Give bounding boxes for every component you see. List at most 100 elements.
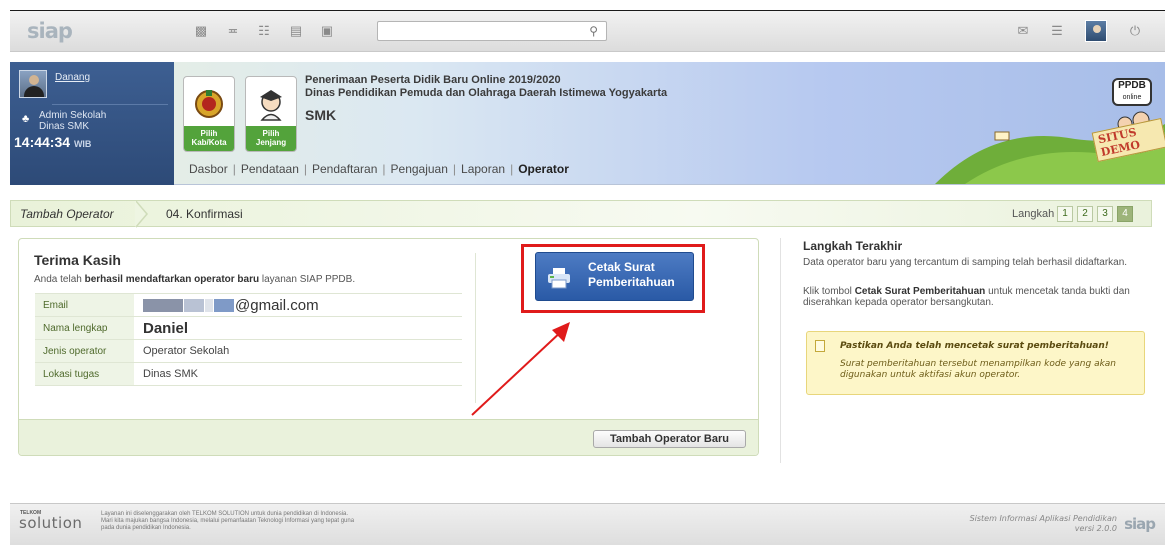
footer-siap-logo[interactable]: siap (1124, 515, 1156, 533)
badge-label: Pilih Kab/Kota (184, 126, 234, 151)
step-bar: Tambah Operator 04. Konfirmasi Langkah 1… (10, 200, 1152, 228)
user-name[interactable]: Danang (55, 72, 90, 83)
operator-type-label: Jenis operator (35, 339, 134, 363)
main-nav: Dasbor | Pendataan | Pendaftaran | Pengajuan | L… (184, 162, 574, 176)
print-notice-button[interactable]: Cetak Surat Pemberitahuan (535, 252, 694, 301)
ppdb-logo-sub: online (1122, 94, 1142, 101)
thanks-message-post: layanan SIAP PPDB. (259, 274, 356, 285)
version: versi 2.0.0 (1074, 524, 1117, 533)
top-toolbar: siap ▩ ≖ ☷ ▤ ▣ ⚲ ✉ ☰ ⏻ (10, 10, 1165, 52)
header-level: SMK (305, 107, 337, 123)
breadcrumb-arrow (135, 200, 148, 228)
user-avatar[interactable] (19, 70, 47, 98)
badge-label-line1: Pilih (200, 129, 218, 138)
page: siap ▩ ≖ ☷ ▤ ▣ ⚲ ✉ ☰ ⏻ Danang ♣ Admin Se… (0, 0, 1165, 545)
user-role: Admin Sekolah Dinas SMK (39, 110, 106, 132)
footer-text-line3: pada dunia pendidikan Indonesia. (101, 525, 191, 531)
list-icon[interactable]: ☰ (1049, 23, 1065, 39)
last-step-text: Data operator baru yang tercantum di sam… (803, 257, 1128, 268)
panel-footer: Tambah Operator Baru (19, 419, 758, 455)
cube-icon[interactable]: ▩ (193, 23, 209, 39)
header-subtitle: Dinas Pendidikan Pemuda dan Olahraga Dae… (305, 87, 668, 99)
location-label: Lokasi tugas (35, 362, 134, 386)
add-operator-button[interactable]: Tambah Operator Baru (593, 430, 746, 448)
mail-icon[interactable]: ✉ (1015, 23, 1031, 39)
ppdb-logo-text: PPDB (1118, 80, 1146, 91)
ppdb-online-logo: PPDB online (1112, 78, 1152, 106)
nav-laporan[interactable]: Laporan (456, 162, 510, 176)
app-name: Sistem Informasi Aplikasi Pendidikan (969, 514, 1117, 523)
footer-text: Layanan ini diselenggarakan oleh TELKOM … (101, 511, 354, 532)
email-label: Email (35, 293, 134, 317)
table-row: Jenis operator Operator Sekolah (35, 339, 462, 363)
name-label: Nama lengkap (35, 316, 134, 340)
nav-dasbor[interactable]: Dasbor (184, 162, 233, 176)
print-notice-label: Cetak Surat Pemberitahuan (588, 260, 675, 290)
student-icon (260, 90, 282, 121)
thanks-message: Anda telah berhasil mendaftarkan operato… (34, 274, 355, 285)
thanks-message-pre: Anda telah (34, 274, 85, 285)
instruction-pre: Klik tombol (803, 286, 855, 297)
name-value: Daniel (134, 316, 462, 340)
avatar[interactable] (1085, 20, 1107, 42)
search-box: ⚲ (377, 21, 607, 41)
header-banner: Danang ♣ Admin Sekolah Dinas SMK 14:44:3… (10, 62, 1165, 185)
pilih-kabkota-button[interactable]: Pilih Kab/Kota (183, 76, 235, 152)
badge-label-line2: Kab/Kota (191, 138, 227, 147)
instruction-bold: Cetak Surat Pemberitahuan (854, 286, 986, 297)
step-2[interactable]: 2 (1077, 206, 1093, 222)
breadcrumb-parent[interactable]: Tambah Operator (20, 207, 114, 221)
step-4-current[interactable]: 4 (1117, 206, 1133, 222)
red-arrow-annotation (471, 322, 570, 416)
clock-timezone: WIB (73, 139, 92, 149)
nav-pendataan[interactable]: Pendataan (236, 162, 304, 176)
user-panel: Danang ♣ Admin Sekolah Dinas SMK 14:44:3… (10, 62, 174, 185)
table-row: Lokasi tugas Dinas SMK (35, 362, 462, 386)
header-title: Penerimaan Peserta Didik Baru Online 201… (305, 74, 561, 86)
pilih-jenjang-button[interactable]: Pilih Jenjang (245, 76, 297, 152)
step-label: Langkah (1012, 208, 1055, 220)
badge-label-line1: Pilih (262, 129, 280, 138)
nav-pendaftaran[interactable]: Pendaftaran (307, 162, 382, 176)
divider (780, 238, 781, 463)
reminder-note: Pastikan Anda telah mencetak surat pembe… (806, 331, 1145, 395)
step-1[interactable]: 1 (1057, 206, 1073, 222)
nav-pengajuan[interactable]: Pengajuan (386, 162, 453, 176)
email-domain: @gmail.com (235, 296, 319, 314)
telkom-solution-logo[interactable]: solution (19, 514, 82, 532)
table-row: Nama lengkap Daniel (35, 316, 462, 340)
divider (52, 104, 168, 105)
print-notice-label-line2: Pemberitahuan (588, 275, 675, 289)
footer-text-line2: Mari kita majukan bangsa Indonesia, mela… (101, 518, 355, 524)
search-icon[interactable]: ⚲ (589, 24, 598, 38)
user-role-icon: ♣ (22, 113, 30, 125)
note-title: Pastikan Anda telah mencetak surat pembe… (840, 341, 1109, 351)
printer-icon (548, 268, 570, 289)
siap-logo[interactable]: siap (27, 19, 73, 43)
operator-type-value: Operator Sekolah (134, 339, 462, 363)
note-text: Surat pemberitahuan tersebut menampilkan… (840, 359, 1117, 380)
search-input[interactable] (378, 22, 578, 40)
nav-operator[interactable]: Operator (513, 162, 574, 176)
contact-card-icon[interactable]: ▣ (319, 23, 335, 39)
operator-info-table: Email @gmail.com Nama lengkap Daniel Jen… (35, 293, 462, 386)
rss-icon[interactable]: ≖ (225, 23, 241, 39)
user-role-line2: Dinas SMK (39, 121, 90, 132)
last-step-title: Langkah Terakhir (803, 239, 903, 253)
redacted-block (143, 299, 183, 313)
badge-label: Pilih Jenjang (246, 126, 296, 151)
print-notice-label-line1: Cetak Surat (588, 260, 655, 274)
step-3[interactable]: 3 (1097, 206, 1113, 222)
document-icon[interactable]: ▤ (288, 23, 304, 39)
power-icon[interactable]: ⏻ (1127, 23, 1143, 39)
thanks-title: Terima Kasih (34, 252, 121, 268)
clock-time: 14:44:34 (14, 134, 71, 150)
email-value: @gmail.com (134, 293, 462, 317)
footer: TELKOM solution Layanan ini diselenggara… (10, 503, 1165, 545)
redacted-block (184, 299, 204, 313)
redacted-block (205, 299, 213, 313)
sitemap-icon[interactable]: ☷ (256, 23, 272, 39)
note-icon (815, 340, 825, 352)
table-row: Email @gmail.com (35, 293, 462, 317)
emblem-icon (195, 90, 223, 118)
